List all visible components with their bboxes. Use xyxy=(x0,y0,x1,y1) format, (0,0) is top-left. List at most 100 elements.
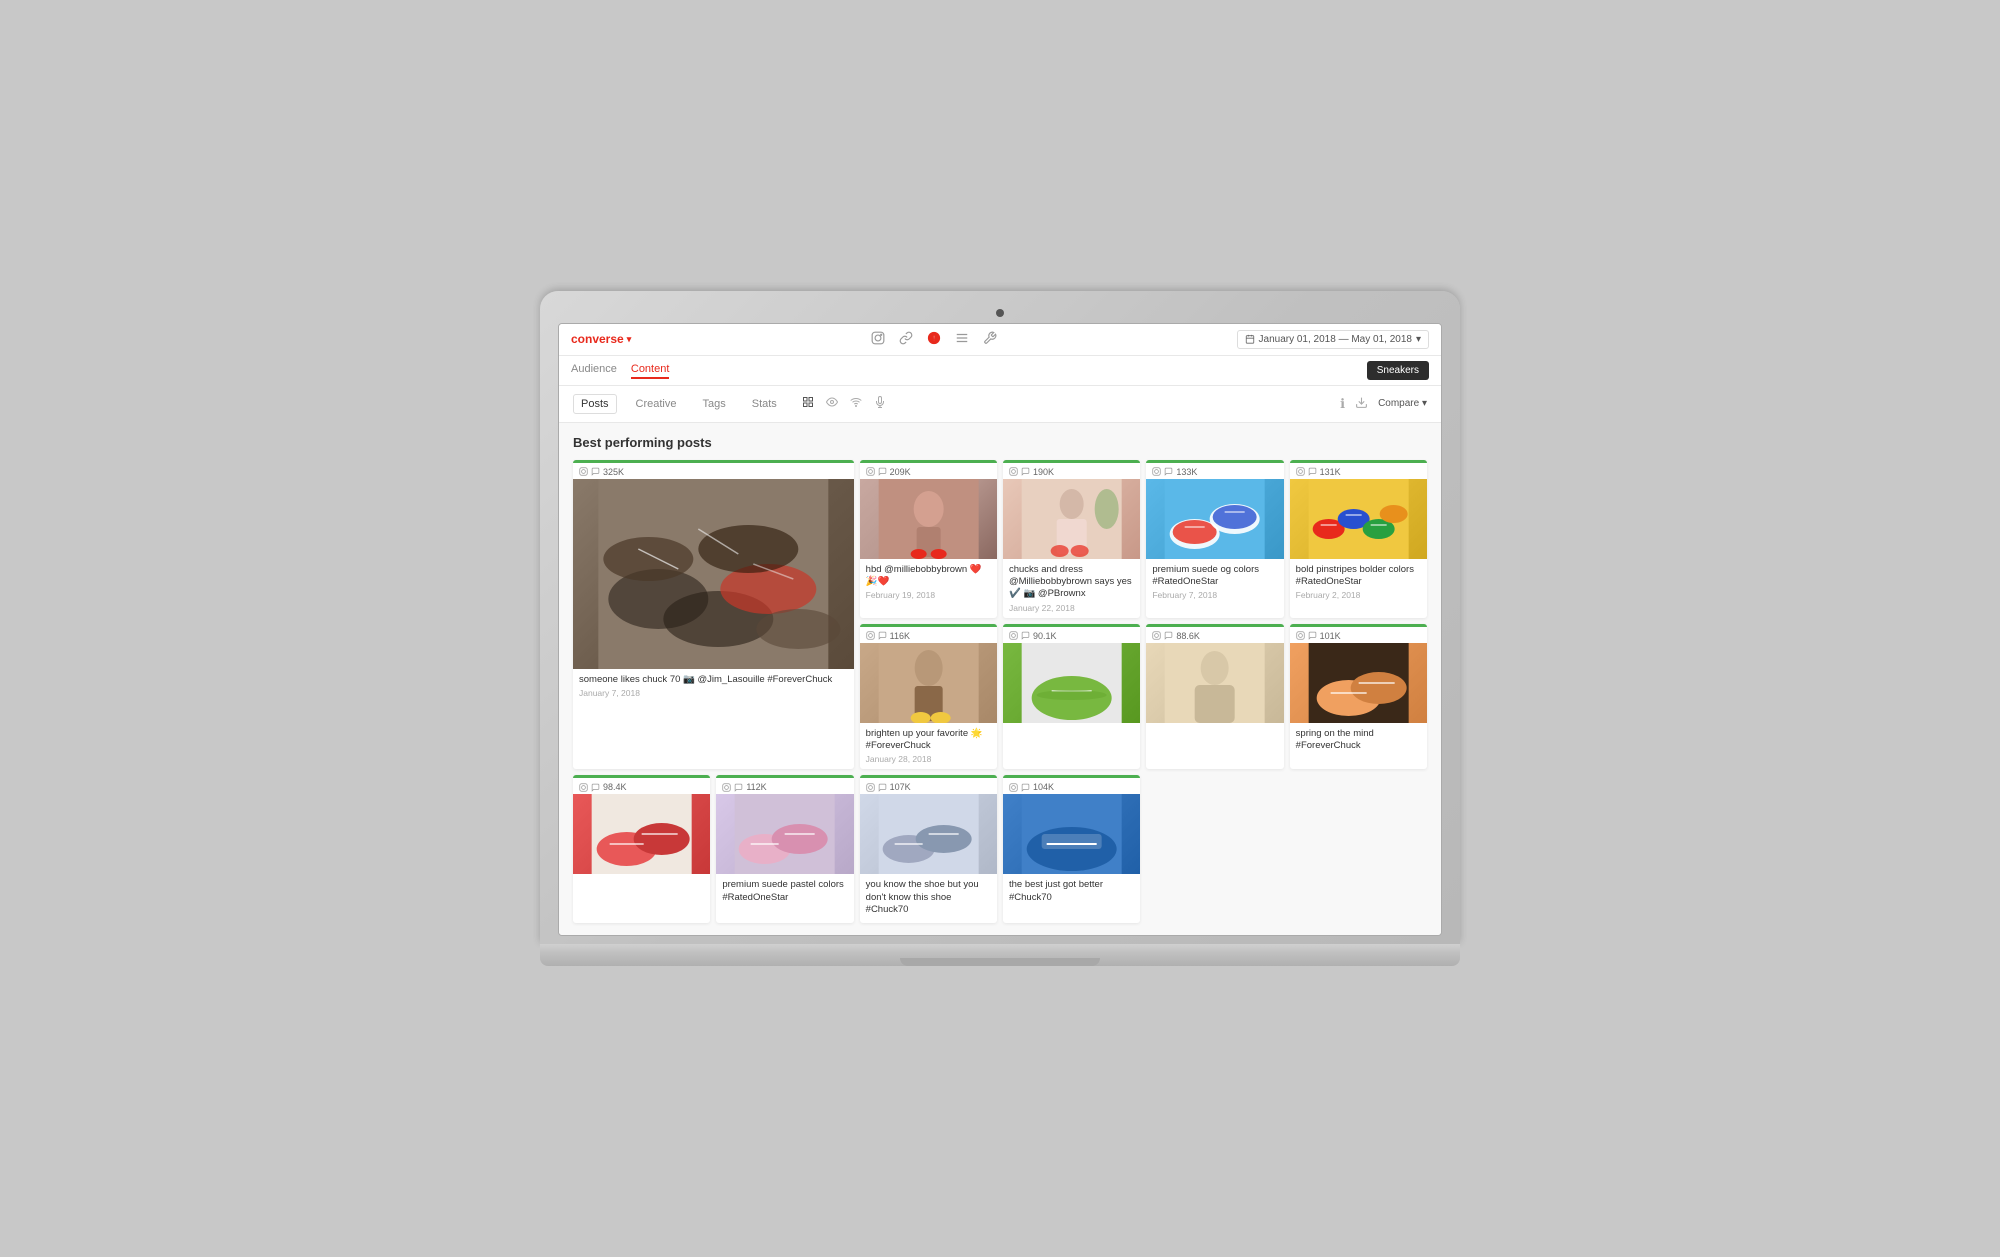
tools-icon[interactable] xyxy=(983,331,997,348)
mic-icon[interactable] xyxy=(874,396,886,411)
grid-view-icon[interactable] xyxy=(802,396,814,411)
post-text-12 xyxy=(1003,723,1140,735)
post-card-4[interactable]: 133K xyxy=(1146,460,1283,618)
alert-icon[interactable]: ! xyxy=(927,331,941,348)
laptop-lid: converse ▾ xyxy=(540,291,1460,945)
tab-posts[interactable]: Posts xyxy=(573,394,617,414)
post-date-6: January 28, 2018 xyxy=(866,754,991,764)
post-stat-value-11: 104K xyxy=(1033,782,1054,792)
view-mode-icons xyxy=(802,396,886,411)
post-date-4: February 7, 2018 xyxy=(1152,590,1277,600)
post-stat-value-3: 190K xyxy=(1033,467,1054,477)
post-card-12[interactable]: 90.1K xyxy=(1003,624,1140,770)
post-caption-4: premium suede og colors #RatedOneStar xyxy=(1152,564,1277,589)
post-image-6 xyxy=(860,643,997,723)
post-text-4: premium suede og colors #RatedOneStar Fe… xyxy=(1146,559,1283,606)
compare-button[interactable]: Compare ▾ xyxy=(1378,398,1427,409)
nav-tabs-group: Audience Content xyxy=(571,361,669,379)
post-text-8 xyxy=(573,874,710,886)
top-bar: converse ▾ xyxy=(559,324,1441,356)
tab-audience[interactable]: Audience xyxy=(571,361,617,379)
post-card-1[interactable]: 325K xyxy=(573,460,854,770)
post-text-13 xyxy=(1146,723,1283,735)
wifi-icon[interactable] xyxy=(850,396,862,411)
post-stat-7: 101K xyxy=(1290,627,1427,643)
tab-creative[interactable]: Creative xyxy=(629,395,684,413)
post-caption-1: someone likes chuck 70 📷 @Jim_Lasouille … xyxy=(579,674,848,686)
brand-chevron-icon: ▾ xyxy=(627,334,632,345)
posts-grid: 325K xyxy=(573,460,1427,924)
post-card-11[interactable]: 104K the best xyxy=(1003,775,1140,923)
post-stat-2: 209K xyxy=(860,463,997,479)
post-stat-6: 116K xyxy=(860,627,997,643)
compare-label: Compare ▾ xyxy=(1378,398,1427,409)
post-caption-11: the best just got better #Chuck70 xyxy=(1009,879,1134,904)
tab-tags[interactable]: Tags xyxy=(695,395,732,413)
post-text-3: chucks and dress @Milliebobbybrown says … xyxy=(1003,559,1140,618)
info-icon[interactable]: ℹ xyxy=(1340,396,1345,412)
post-image-1 xyxy=(573,479,854,669)
post-image-8 xyxy=(573,794,710,874)
nav-bar: Audience Content Sneakers xyxy=(559,356,1441,386)
date-range-label: January 01, 2018 — May 01, 2018 xyxy=(1259,334,1412,345)
post-card-5[interactable]: 131K xyxy=(1290,460,1427,618)
post-text-9: premium suede pastel colors #RatedOneSta… xyxy=(716,874,853,911)
post-stat-5: 131K xyxy=(1290,463,1427,479)
post-date-1: January 7, 2018 xyxy=(579,688,848,698)
filter-sneakers-button[interactable]: Sneakers xyxy=(1367,361,1429,380)
post-caption-9: premium suede pastel colors #RatedOneSta… xyxy=(722,879,847,904)
post-card-8[interactable]: 98.4K xyxy=(573,775,710,923)
post-card-3[interactable]: 190K xyxy=(1003,460,1140,618)
post-stat-value-9: 112K xyxy=(746,782,766,792)
post-text-6: brighten up your favorite 🌟 #ForeverChuc… xyxy=(860,723,997,770)
post-card-2[interactable]: 209K xyxy=(860,460,997,618)
post-date-5: February 2, 2018 xyxy=(1296,590,1421,600)
post-stat-value-7: 101K xyxy=(1320,631,1341,641)
post-image-13 xyxy=(1146,643,1283,723)
post-stat-12: 90.1K xyxy=(1003,627,1140,643)
post-date-2: February 19, 2018 xyxy=(866,590,991,600)
post-stat-value-12: 90.1K xyxy=(1033,631,1057,641)
instagram-icon[interactable] xyxy=(871,331,885,348)
post-text-5: bold pinstripes bolder colors #RatedOneS… xyxy=(1290,559,1427,606)
main-content: Best performing posts 325K xyxy=(559,423,1441,936)
post-image-11 xyxy=(1003,794,1140,874)
link-icon[interactable] xyxy=(899,331,913,348)
post-card-10[interactable]: 107K xyxy=(860,775,997,923)
post-card-9[interactable]: 112K xyxy=(716,775,853,923)
svg-text:!: ! xyxy=(933,335,935,342)
post-stat-1: 325K xyxy=(573,463,854,479)
post-card-13[interactable]: 88.6K xyxy=(1146,624,1283,770)
post-card-6[interactable]: 116K xyxy=(860,624,997,770)
post-stat-4: 133K xyxy=(1146,463,1283,479)
post-stat-value-5: 131K xyxy=(1320,467,1341,477)
list-icon[interactable] xyxy=(955,331,969,348)
post-card-7[interactable]: 101K xyxy=(1290,624,1427,770)
laptop-frame: converse ▾ xyxy=(540,291,1460,967)
post-caption-10: you know the shoe but you don't know thi… xyxy=(866,879,991,916)
brand-name: converse xyxy=(571,332,624,346)
post-image-4 xyxy=(1146,479,1283,559)
tab-content[interactable]: Content xyxy=(631,361,670,379)
post-stat-value-6: 116K xyxy=(890,631,910,641)
right-actions-group: ℹ Compare ▾ xyxy=(1340,396,1427,412)
brand-logo[interactable]: converse ▾ xyxy=(571,332,631,346)
date-range-picker[interactable]: January 01, 2018 — May 01, 2018 ▾ xyxy=(1237,330,1429,349)
post-stat-8: 98.4K xyxy=(573,778,710,794)
laptop-base xyxy=(540,944,1460,966)
app-container: converse ▾ xyxy=(559,324,1441,936)
download-icon[interactable] xyxy=(1355,396,1368,412)
post-stat-11: 104K xyxy=(1003,778,1140,794)
post-stat-value-8: 98.4K xyxy=(603,782,627,792)
post-stat-value-4: 133K xyxy=(1176,467,1197,477)
section-title: Best performing posts xyxy=(573,435,1427,450)
post-image-9 xyxy=(716,794,853,874)
eye-icon[interactable] xyxy=(826,396,838,411)
post-text-11: the best just got better #Chuck70 xyxy=(1003,874,1140,911)
laptop-screen: converse ▾ xyxy=(558,323,1442,937)
post-caption-6: brighten up your favorite 🌟 #ForeverChuc… xyxy=(866,728,991,753)
tab-stats[interactable]: Stats xyxy=(745,395,784,413)
post-stat-value-2: 209K xyxy=(890,467,911,477)
date-range-chevron: ▾ xyxy=(1416,334,1421,345)
post-caption-2: hbd @milliebobbybrown ❤️🎉❤️ xyxy=(866,564,991,589)
